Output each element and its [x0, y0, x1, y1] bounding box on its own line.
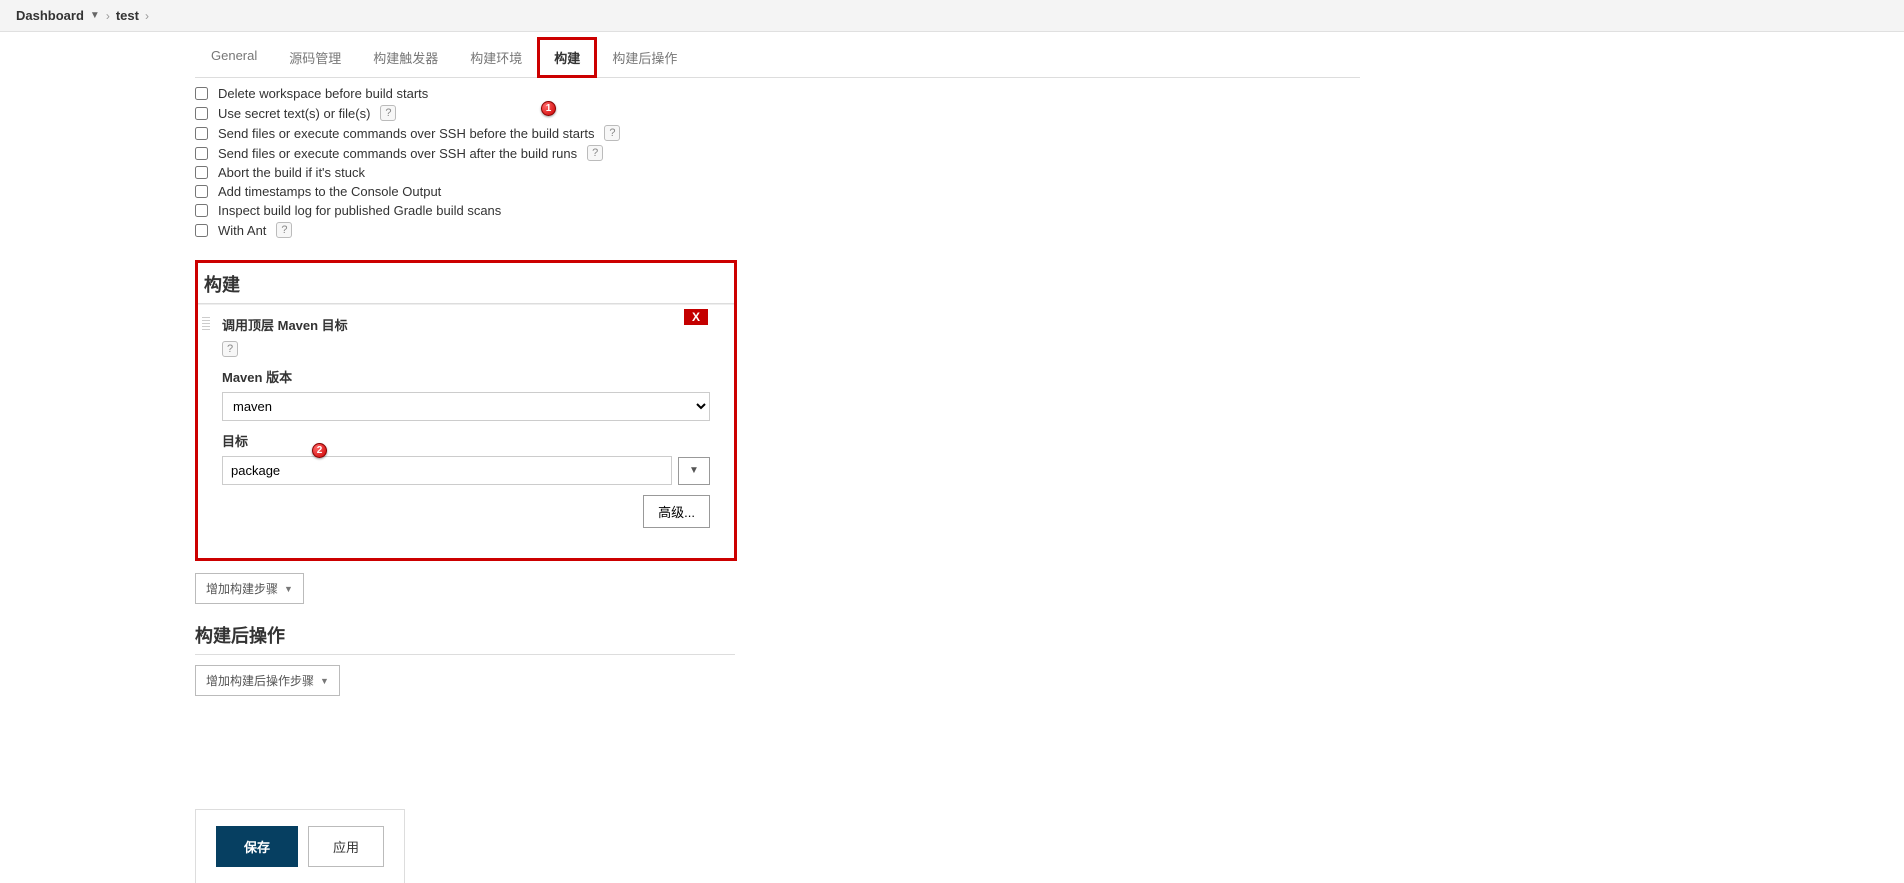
help-icon[interactable]: ?	[380, 105, 396, 121]
tab-1[interactable]: 源码管理	[273, 38, 357, 77]
checkbox-label[interactable]: Add timestamps to the Console Output	[218, 184, 441, 199]
add-post-build-step-button[interactable]: 增加构建后操作步骤 ▼	[195, 665, 340, 696]
expand-target-button[interactable]: ▼	[678, 457, 710, 485]
checkbox-label[interactable]: Send files or execute commands over SSH …	[218, 146, 577, 161]
caret-down-icon: ▼	[284, 584, 293, 594]
help-icon[interactable]: ?	[276, 222, 292, 238]
build-section-title: 构建	[198, 263, 734, 304]
checkbox-4[interactable]	[195, 166, 208, 179]
checkbox-row: Use secret text(s) or file(s)?	[195, 103, 1360, 123]
divider	[195, 654, 735, 655]
checkbox-6[interactable]	[195, 204, 208, 217]
checkbox-3[interactable]	[195, 147, 208, 160]
checkbox-5[interactable]	[195, 185, 208, 198]
annotation-callout-2: 2	[312, 443, 327, 458]
target-input[interactable]	[222, 456, 672, 485]
delete-step-button[interactable]: X	[684, 309, 708, 325]
chevron-down-icon[interactable]: ▼	[90, 10, 100, 21]
checkbox-1[interactable]	[195, 107, 208, 120]
caret-down-icon: ▼	[320, 676, 329, 686]
checkbox-row: Abort the build if it's stuck	[195, 163, 1360, 182]
build-step-title: 调用顶层 Maven 目标	[222, 315, 724, 334]
tab-5[interactable]: 构建后操作	[596, 38, 693, 77]
build-env-options: Delete workspace before build starts Use …	[195, 78, 1360, 260]
config-tabs: General源码管理构建触发器构建环境构建构建后操作	[195, 38, 1360, 78]
help-icon[interactable]: ?	[587, 145, 603, 161]
help-icon[interactable]: ?	[222, 341, 238, 357]
add-build-step-button[interactable]: 增加构建步骤 ▼	[195, 573, 304, 604]
maven-version-select[interactable]: maven	[222, 392, 710, 421]
checkbox-row: Send files or execute commands over SSH …	[195, 143, 1360, 163]
tab-0[interactable]: General	[195, 38, 273, 77]
apply-button[interactable]: 应用	[308, 826, 384, 867]
triangle-down-icon: ▼	[689, 465, 699, 476]
checkbox-0[interactable]	[195, 87, 208, 100]
breadcrumb-separator: ›	[106, 9, 110, 23]
build-section: 构建 X 调用顶层 Maven 目标 ? Maven 版本 maven 2 目标…	[195, 260, 737, 561]
add-post-build-step-label: 增加构建后操作步骤	[206, 672, 314, 689]
checkbox-row: Add timestamps to the Console Output	[195, 182, 1360, 201]
help-icon[interactable]: ?	[604, 125, 620, 141]
tab-2[interactable]: 构建触发器	[357, 38, 454, 77]
save-button[interactable]: 保存	[216, 826, 298, 867]
checkbox-7[interactable]	[195, 224, 208, 237]
checkbox-2[interactable]	[195, 127, 208, 140]
checkbox-row: Delete workspace before build starts	[195, 84, 1360, 103]
checkbox-row: With Ant?	[195, 220, 1360, 240]
breadcrumb-project[interactable]: test	[116, 8, 139, 23]
breadcrumb-dashboard[interactable]: Dashboard	[16, 8, 84, 23]
target-label: 目标	[222, 431, 724, 450]
checkbox-row: Inspect build log for published Gradle b…	[195, 201, 1360, 220]
checkbox-label[interactable]: Inspect build log for published Gradle b…	[218, 203, 501, 218]
post-build-title: 构建后操作	[195, 622, 1360, 648]
checkbox-label[interactable]: Delete workspace before build starts	[218, 86, 428, 101]
breadcrumb: Dashboard ▼ › test ›	[0, 0, 1904, 32]
checkbox-label[interactable]: Use secret text(s) or file(s)	[218, 106, 370, 121]
add-build-step-label: 增加构建步骤	[206, 580, 278, 597]
checkbox-label[interactable]: Abort the build if it's stuck	[218, 165, 365, 180]
breadcrumb-separator: ›	[145, 9, 149, 23]
checkbox-label[interactable]: With Ant	[218, 223, 266, 238]
checkbox-row: Send files or execute commands over SSH …	[195, 123, 1360, 143]
checkbox-label[interactable]: Send files or execute commands over SSH …	[218, 126, 594, 141]
tab-3[interactable]: 构建环境	[454, 38, 538, 77]
bottom-action-bar: 保存 应用	[195, 809, 405, 883]
drag-handle-icon[interactable]	[202, 317, 210, 331]
advanced-button[interactable]: 高级...	[643, 495, 710, 528]
maven-build-step: X 调用顶层 Maven 目标 ? Maven 版本 maven 2 目标 ▼ …	[198, 305, 734, 558]
annotation-callout-1: 1	[541, 101, 556, 116]
maven-version-label: Maven 版本	[222, 367, 724, 386]
tab-4[interactable]: 构建	[538, 38, 596, 77]
